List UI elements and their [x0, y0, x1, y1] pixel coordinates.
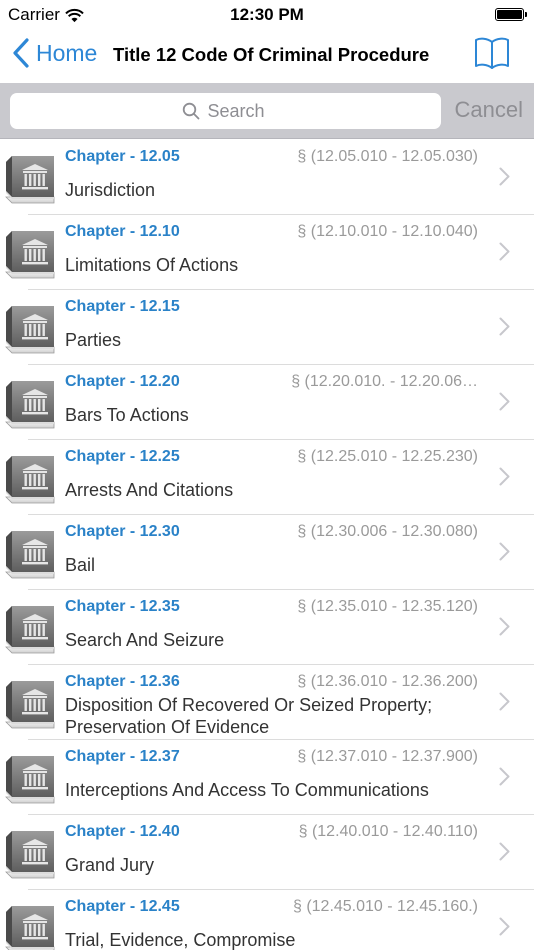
chapter-title: Bars To Actions — [65, 405, 189, 425]
chapter-number: Chapter - 12.05 — [65, 148, 180, 165]
chapter-number: Chapter - 12.35 — [65, 598, 180, 615]
section-range: § (12.10.010 - 12.10.040) — [297, 223, 478, 240]
law-book-icon — [2, 828, 55, 880]
law-book-icon — [2, 228, 55, 280]
law-book-icon — [2, 528, 55, 580]
section-range: § (12.36.010 - 12.36.200) — [297, 673, 478, 690]
chevron-right-icon — [499, 167, 510, 186]
law-book-icon — [2, 153, 55, 205]
chevron-right-icon — [499, 692, 510, 711]
section-range: § (12.30.006 - 12.30.080) — [297, 523, 478, 540]
law-book-icon — [2, 378, 55, 430]
list-item[interactable]: Chapter - 12.45 § (12.45.010 - 12.45.160… — [0, 890, 534, 950]
chapter-number: Chapter - 12.45 — [65, 898, 180, 915]
chevron-right-icon — [499, 242, 510, 261]
law-book-icon — [2, 453, 55, 505]
search-icon — [182, 102, 199, 120]
section-range: § (12.05.010 - 12.05.030) — [297, 148, 478, 165]
section-range: § (12.45.010 - 12.45.160.) — [292, 898, 478, 915]
section-range: § (12.37.010 - 12.37.900) — [297, 748, 478, 765]
section-range: § (12.35.010 - 12.35.120) — [297, 598, 478, 615]
law-book-icon — [2, 303, 55, 355]
chapter-title: Trial, Evidence, Compromise — [65, 930, 296, 950]
status-time: 12:30 PM — [230, 5, 304, 24]
section-range: § (12.40.010 - 12.40.110) — [298, 823, 478, 840]
status-bar: Carrier 12:30 PM — [0, 0, 534, 28]
chevron-right-icon — [499, 617, 510, 636]
chapter-title: Search And Seizure — [65, 630, 225, 650]
cancel-button[interactable]: Cancel — [455, 97, 523, 123]
chapter-title: Grand Jury — [65, 855, 155, 875]
chevron-right-icon — [499, 467, 510, 486]
battery-icon — [495, 8, 527, 21]
list-item[interactable]: Chapter - 12.10 § (12.10.010 - 12.10.040… — [0, 215, 534, 290]
chapter-title: Arrests And Citations — [65, 480, 234, 500]
list-item[interactable]: Chapter - 12.35 § (12.35.010 - 12.35.120… — [0, 590, 534, 665]
search-bar: Cancel — [0, 83, 534, 139]
chapter-title: Interceptions And Access To Communicatio… — [65, 780, 429, 800]
chapter-title: Disposition Of Recovered Or Seized Prope… — [65, 695, 433, 737]
chevron-right-icon — [499, 767, 510, 786]
chapter-number: Chapter - 12.30 — [65, 523, 180, 540]
list-item[interactable]: Chapter - 12.05 § (12.05.010 - 12.05.030… — [0, 140, 534, 215]
chapter-number: Chapter - 12.36 — [65, 673, 180, 690]
chevron-left-icon — [13, 38, 29, 68]
list-item[interactable]: Chapter - 12.37 § (12.37.010 - 12.37.900… — [0, 740, 534, 815]
chapter-number: Chapter - 12.25 — [65, 448, 180, 465]
chapter-title: Bail — [65, 555, 96, 575]
chevron-right-icon — [499, 317, 510, 336]
list-item[interactable]: Chapter - 12.40 § (12.40.010 - 12.40.110… — [0, 815, 534, 890]
list-item[interactable]: Chapter - 12.15 Parties — [0, 290, 534, 365]
chapter-number: Chapter - 12.37 — [65, 748, 180, 765]
list-item[interactable]: Chapter - 12.20 § (12.20.010. - 12.20.06… — [0, 365, 534, 440]
chapter-list: Chapter - 12.05 § (12.05.010 - 12.05.030… — [0, 140, 534, 950]
list-item[interactable]: Chapter - 12.25 § (12.25.010 - 12.25.230… — [0, 440, 534, 515]
chevron-right-icon — [499, 842, 510, 861]
search-field[interactable] — [10, 93, 441, 129]
chapter-number: Chapter - 12.20 — [65, 373, 180, 390]
list-item[interactable]: Chapter - 12.36 § (12.36.010 - 12.36.200… — [0, 665, 534, 740]
navigation-bar: Home Title 12 Code Of Criminal Procedure — [0, 28, 534, 83]
chevron-right-icon — [499, 392, 510, 411]
chapter-number: Chapter - 12.10 — [65, 223, 180, 240]
chapter-number: Chapter - 12.40 — [65, 823, 180, 840]
section-range: § (12.25.010 - 12.25.230) — [297, 448, 478, 465]
chapter-title: Parties — [65, 330, 122, 350]
chevron-right-icon — [499, 542, 510, 561]
list-item[interactable]: Chapter - 12.30 § (12.30.006 - 12.30.080… — [0, 515, 534, 590]
chevron-right-icon — [499, 917, 510, 936]
law-book-icon — [2, 753, 55, 805]
back-button[interactable]: Home — [12, 38, 97, 68]
law-book-icon — [2, 903, 55, 950]
section-range: § (12.20.010. - 12.20.06… — [291, 373, 478, 390]
chapter-number: Chapter - 12.15 — [65, 298, 180, 315]
chapter-title: Limitations Of Actions — [65, 255, 239, 275]
page-title: Title 12 Code Of Criminal Procedure — [113, 44, 430, 65]
back-button-label: Home — [36, 39, 98, 66]
open-book-icon[interactable] — [474, 36, 510, 70]
law-book-icon — [2, 603, 55, 655]
law-book-icon — [2, 678, 55, 730]
search-input[interactable] — [207, 100, 270, 122]
chapter-title: Jurisdiction — [65, 180, 156, 200]
